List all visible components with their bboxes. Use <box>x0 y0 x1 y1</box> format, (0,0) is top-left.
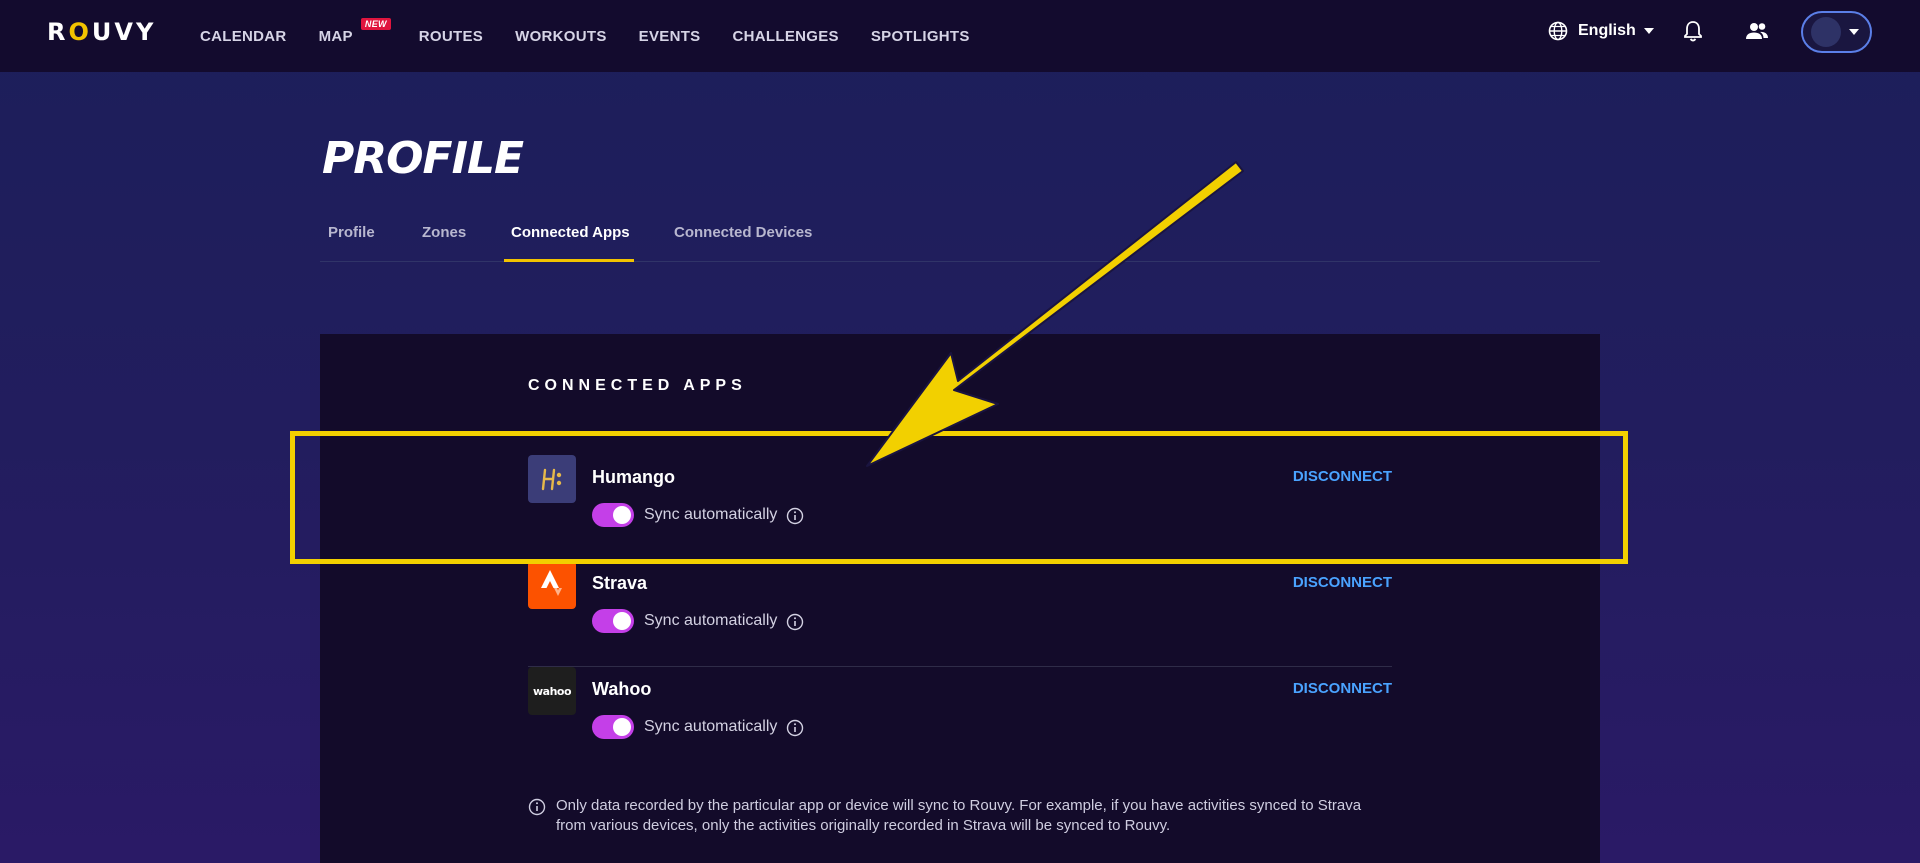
sync-label: Sync automatically <box>644 718 778 735</box>
language-label: English <box>1578 22 1636 39</box>
new-badge: NEW <box>360 17 391 30</box>
sync-label: Sync automatically <box>644 506 778 523</box>
globe-icon <box>1548 21 1568 41</box>
people-icon <box>1746 23 1768 39</box>
app-name: Humango <box>592 467 675 487</box>
wahoo-logo-text: wahoo <box>532 684 572 698</box>
disconnect-humango-button[interactable]: DISCONNECT <box>1293 468 1392 485</box>
wahoo-logo: wahoo <box>528 667 576 715</box>
nav-routes[interactable]: ROUTES <box>419 28 483 45</box>
app-row-wahoo: wahoo Wahoo DISCONNECT Sync automaticall… <box>528 667 1392 773</box>
footnote-text: Only data recorded by the particular app… <box>556 797 1362 834</box>
strava-logo-icon <box>541 570 562 596</box>
language-selector[interactable]: English <box>1548 21 1664 41</box>
app-row-strava: Strava DISCONNECT Sync automatically <box>528 561 1392 667</box>
nav-workouts[interactable]: WORKOUTS <box>515 28 607 45</box>
active-tab-indicator <box>504 259 634 262</box>
profile-tabs: Profile Zones Connected Apps Connected D… <box>320 210 1600 262</box>
nav-calendar[interactable]: CALENDAR <box>200 28 287 45</box>
tab-connected-apps[interactable]: Connected Apps <box>511 224 630 241</box>
app-name: Strava <box>592 573 648 593</box>
disconnect-wahoo-button[interactable]: DISCONNECT <box>1293 680 1392 697</box>
nav-map[interactable]: MAP NEW <box>318 17 391 45</box>
main-nav: CALENDAR MAP NEW ROUTES WORKOUTS EVENTS C… <box>200 0 1002 72</box>
chevron-down-icon <box>1643 28 1654 34</box>
sync-toggle-wahoo[interactable] <box>592 715 634 739</box>
app-name: Wahoo <box>592 679 652 699</box>
strava-logo <box>528 561 576 609</box>
tab-connected-devices[interactable]: Connected Devices <box>674 224 812 241</box>
rouvy-logo[interactable]: ROUVY <box>47 20 156 44</box>
toggle-knob <box>613 612 631 630</box>
friends-button[interactable] <box>1745 20 1769 47</box>
nav-events[interactable]: EVENTS <box>639 28 701 45</box>
info-icon[interactable] <box>786 507 804 525</box>
humango-logo <box>528 455 576 503</box>
info-icon[interactable] <box>786 613 804 631</box>
avatar <box>1811 17 1841 47</box>
nav-map-label: MAP <box>318 27 353 45</box>
app-row-humango: Humango DISCONNECT Sync automatically <box>528 455 1392 561</box>
nav-challenges[interactable]: CHALLENGES <box>733 28 839 45</box>
section-title: CONNECTED APPS <box>528 377 747 394</box>
sync-toggle-humango[interactable] <box>592 503 634 527</box>
tab-zones[interactable]: Zones <box>422 224 466 241</box>
nav-spotlights[interactable]: SPOTLIGHTS <box>871 28 970 45</box>
info-icon <box>528 798 546 816</box>
top-nav: ROUVY CALENDAR MAP NEW ROUTES WORKOUTS EV… <box>0 0 1920 72</box>
sync-label: Sync automatically <box>644 612 778 629</box>
humango-logo-icon <box>541 468 562 491</box>
toggle-knob <box>613 506 631 524</box>
tab-profile[interactable]: Profile <box>328 224 375 241</box>
info-icon[interactable] <box>786 719 804 737</box>
disconnect-strava-button[interactable]: DISCONNECT <box>1293 574 1392 591</box>
notifications-button[interactable] <box>1683 20 1703 47</box>
page-title: PROFILE <box>322 133 524 184</box>
sync-footnote: Only data recorded by the particular app… <box>528 796 1368 836</box>
bell-icon <box>1684 21 1702 42</box>
sync-toggle-strava[interactable] <box>592 609 634 633</box>
toggle-knob <box>613 718 631 736</box>
account-menu-button[interactable] <box>1801 11 1872 53</box>
chevron-down-icon <box>1849 29 1859 35</box>
